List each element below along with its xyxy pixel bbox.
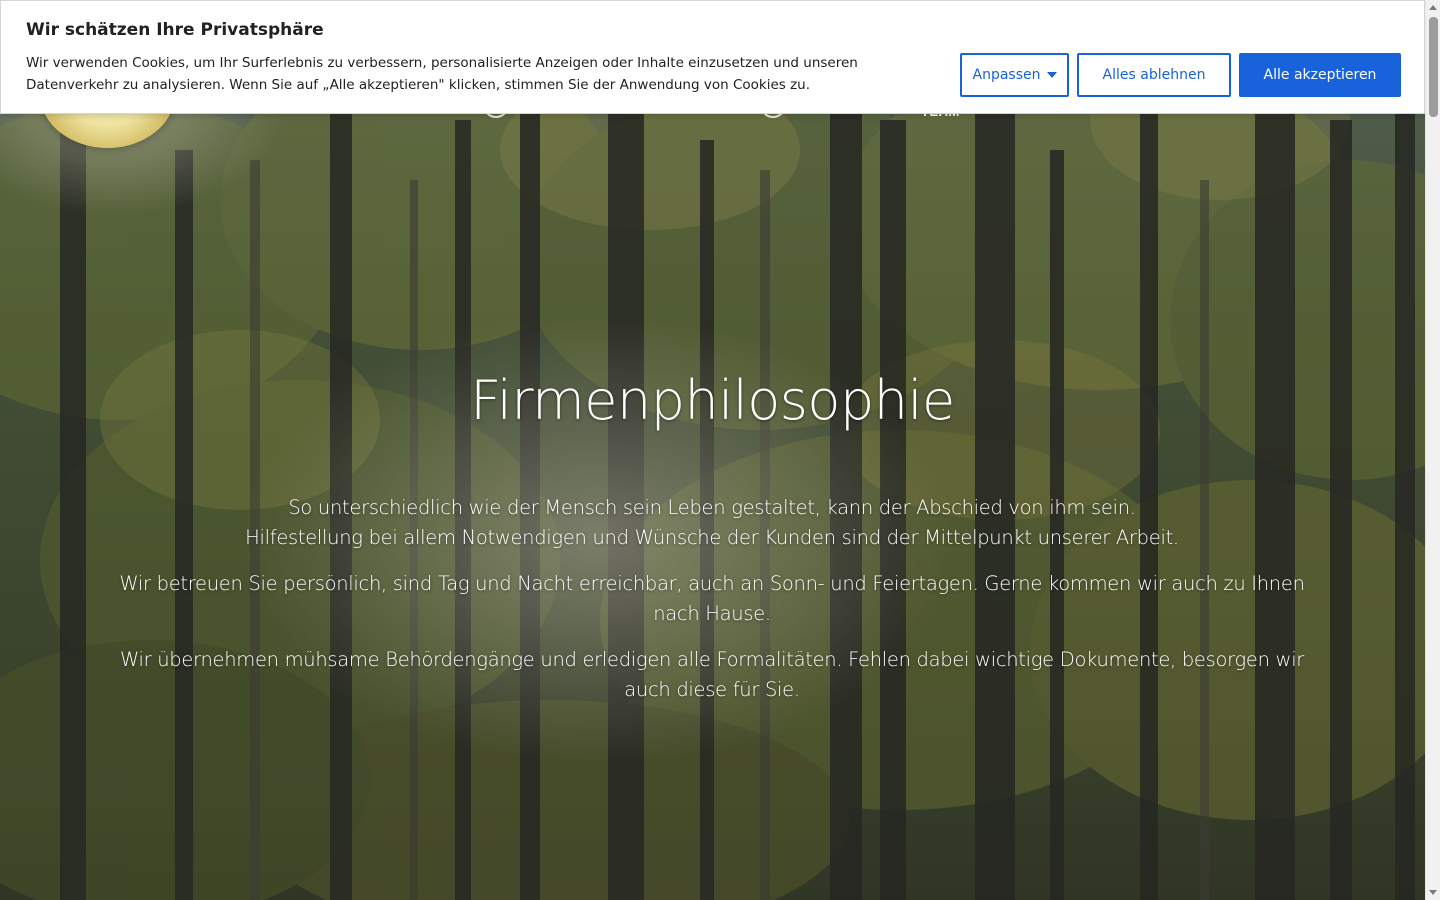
hero-section: TEAM Firmenphilosophie So unterschiedlic… [0, 0, 1425, 900]
main-content: Firmenphilosophie So unterschiedlich wie… [0, 0, 1425, 900]
scroll-up-arrow-icon[interactable] [1429, 5, 1437, 10]
scrollbar-thumb[interactable] [1429, 17, 1438, 117]
customize-button[interactable]: Anpassen [960, 53, 1069, 97]
paragraph-line: Hilfestellung bei allem Notwendigen und … [245, 526, 1179, 549]
philosophy-paragraph-2: Wir betreuen Sie persönlich, sind Tag un… [119, 572, 1305, 625]
vertical-scrollbar[interactable] [1425, 0, 1440, 900]
paragraph-line: So unterschiedlich wie der Mensch sein L… [288, 496, 1136, 519]
philosophy-paragraph-3: Wir übernehmen mühsame Behördengänge und… [119, 648, 1305, 701]
scroll-down-arrow-icon[interactable] [1429, 890, 1437, 895]
caret-down-icon [1046, 72, 1057, 78]
cookie-banner-text: Wir verwenden Cookies, um Ihr Surferlebn… [26, 55, 858, 93]
page-title: Firmenphilosophie [470, 369, 955, 432]
reject-all-button[interactable]: Alles ablehnen [1077, 53, 1231, 97]
customize-button-label: Anpassen [972, 67, 1041, 83]
cookie-consent-banner: Wir schätzen Ihre Privatsphäre Wir verwe… [0, 0, 1425, 114]
accept-all-button[interactable]: Alle akzeptieren [1239, 53, 1401, 97]
cookie-banner-title: Wir schätzen Ihre Privatsphäre [26, 20, 324, 40]
philosophy-paragraph-1: So unterschiedlich wie der Mensch sein L… [112, 493, 1312, 553]
